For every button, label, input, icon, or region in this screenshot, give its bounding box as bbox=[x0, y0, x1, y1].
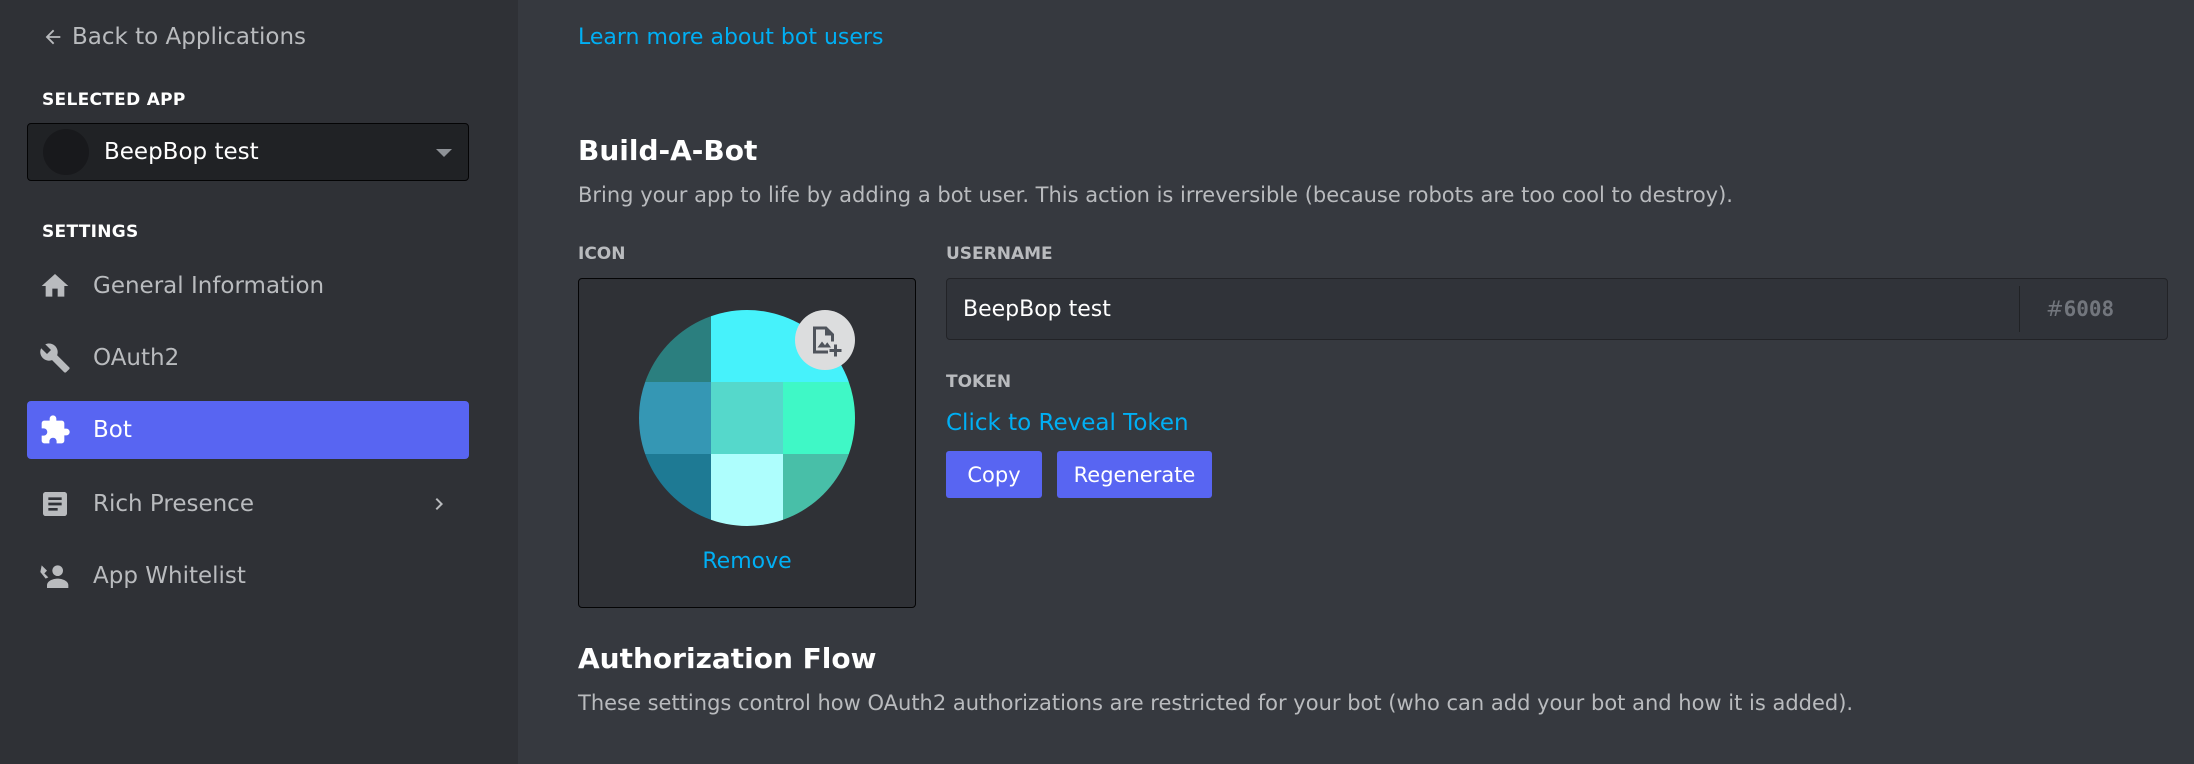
sidebar-item-label: App Whitelist bbox=[93, 563, 246, 589]
avatar-tile bbox=[783, 454, 855, 526]
icon-label: ICON bbox=[578, 244, 626, 264]
arrow-left-icon bbox=[45, 29, 61, 45]
username-label: USERNAME bbox=[946, 244, 1053, 264]
person-icon bbox=[39, 560, 71, 592]
sidebar-item-oauth2[interactable]: OAuth2 bbox=[27, 329, 469, 387]
sidebar-item-rich-presence[interactable]: Rich Presence bbox=[27, 475, 469, 533]
avatar-tile bbox=[639, 310, 711, 382]
copy-token-button[interactable]: Copy bbox=[946, 451, 1042, 498]
upload-image-button[interactable] bbox=[795, 310, 855, 370]
reveal-token-link[interactable]: Click to Reveal Token bbox=[946, 410, 1189, 436]
settings-heading: SETTINGS bbox=[42, 222, 139, 242]
main-content: Learn more about bot users Build-A-Bot B… bbox=[518, 0, 2194, 764]
discriminator: #6008 bbox=[2019, 286, 2167, 332]
build-a-bot-title: Build-A-Bot bbox=[578, 134, 758, 167]
avatar-tile bbox=[639, 382, 711, 454]
sidebar-item-bot[interactable]: Bot bbox=[27, 401, 469, 459]
learn-more-link[interactable]: Learn more about bot users bbox=[578, 25, 883, 50]
sidebar-item-label: Bot bbox=[93, 417, 132, 443]
sidebar-item-general-information[interactable]: General Information bbox=[27, 257, 469, 315]
add-image-icon bbox=[813, 326, 842, 357]
username-field: #6008 bbox=[946, 278, 2168, 340]
sidebar-item-label: OAuth2 bbox=[93, 345, 180, 371]
avatar-tile bbox=[711, 382, 783, 454]
bot-icon-uploader: Remove bbox=[578, 278, 916, 608]
remove-icon-link[interactable]: Remove bbox=[579, 549, 915, 574]
regenerate-token-button[interactable]: Regenerate bbox=[1057, 451, 1212, 498]
selected-app-name: BeepBop test bbox=[104, 139, 259, 165]
authorization-flow-title: Authorization Flow bbox=[578, 642, 877, 675]
sidebar-item-label: General Information bbox=[93, 273, 325, 299]
home-icon bbox=[39, 270, 71, 302]
app-avatar bbox=[43, 129, 89, 175]
username-input[interactable] bbox=[947, 278, 2019, 340]
sidebar-item-app-whitelist[interactable]: App Whitelist bbox=[27, 547, 469, 605]
app-selector-dropdown[interactable]: BeepBop test bbox=[27, 123, 469, 181]
chevron-right-icon bbox=[435, 498, 443, 510]
discriminator-prefix: # bbox=[2046, 297, 2064, 321]
sidebar-item-label: Rich Presence bbox=[93, 491, 254, 517]
document-icon bbox=[39, 488, 71, 520]
back-link-label: Back to Applications bbox=[72, 24, 307, 50]
token-label: TOKEN bbox=[946, 372, 1012, 392]
puzzle-icon bbox=[39, 414, 71, 446]
avatar-tile bbox=[711, 310, 783, 382]
selected-app-heading: SELECTED APP bbox=[42, 90, 186, 110]
avatar-tile bbox=[711, 454, 783, 526]
avatar-tile bbox=[783, 382, 855, 454]
back-to-applications-link[interactable]: Back to Applications bbox=[42, 22, 306, 52]
sidebar: Back to Applications SELECTED APP BeepBo… bbox=[0, 0, 518, 764]
avatar-tile bbox=[639, 454, 711, 526]
build-a-bot-description: Bring your app to life by adding a bot u… bbox=[578, 183, 1733, 207]
authorization-flow-description: These settings control how OAuth2 author… bbox=[578, 691, 1854, 715]
caret-down-icon bbox=[436, 149, 452, 157]
wrench-icon bbox=[39, 342, 71, 374]
discriminator-value: 6008 bbox=[2063, 297, 2115, 321]
bot-avatar[interactable] bbox=[639, 310, 855, 526]
